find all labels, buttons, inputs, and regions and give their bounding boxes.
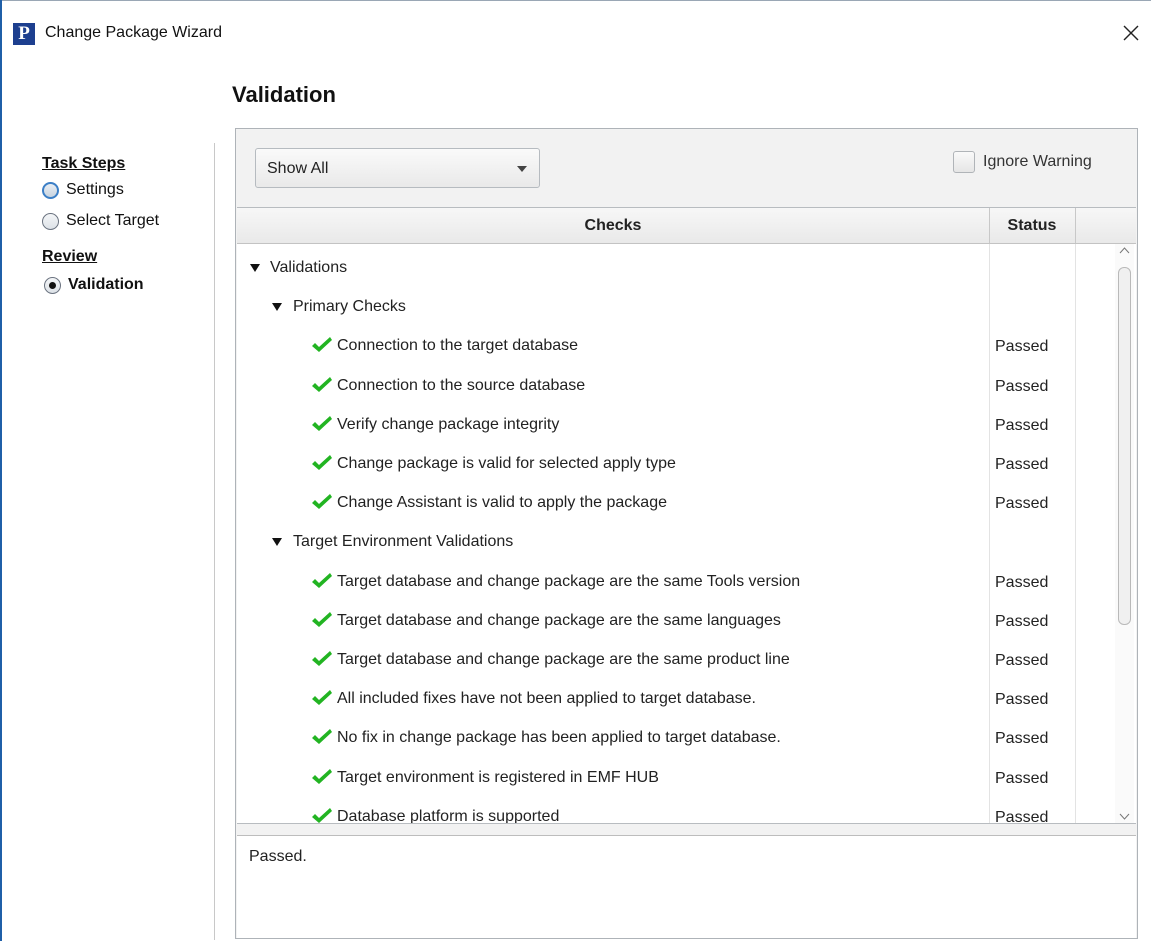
task-steps-sidebar: Task Steps Settings Select Target Review… bbox=[0, 140, 214, 940]
settings-radio-icon bbox=[42, 181, 59, 199]
table-row[interactable]: No fix in change package has been applie… bbox=[237, 719, 1075, 758]
ignore-warning-checkbox[interactable]: Ignore Warning bbox=[953, 151, 1092, 173]
table-row[interactable]: Verify change package integrity Passed bbox=[237, 406, 1075, 445]
task-steps-heading: Task Steps bbox=[42, 155, 126, 172]
table-row[interactable]: Target environment is registered in EMF … bbox=[237, 759, 1075, 798]
app-logo-icon: P bbox=[13, 23, 35, 45]
status-text: Passed bbox=[995, 808, 1049, 824]
step-select-target[interactable]: Select Target bbox=[42, 210, 159, 232]
check-name: Connection to the target database bbox=[337, 337, 579, 355]
validation-panel: Show All Ignore Warning Checks Status Va… bbox=[235, 128, 1138, 939]
table-header: Checks Status bbox=[237, 208, 1136, 244]
checkmark-icon bbox=[312, 455, 332, 470]
status-text: Passed bbox=[995, 495, 1049, 513]
sidebar-divider bbox=[214, 143, 215, 940]
checkmark-icon bbox=[312, 337, 332, 353]
check-name: Connection to the source database bbox=[337, 376, 586, 394]
status-text: Passed bbox=[995, 652, 1049, 669]
table-row[interactable]: Connection to the source database Passed bbox=[237, 367, 1075, 406]
tree-group-row[interactable]: Primary Checks bbox=[237, 288, 1075, 327]
table-row[interactable]: Target database and change package are t… bbox=[237, 563, 1075, 602]
select-target-radio-icon bbox=[42, 212, 59, 230]
tree-group-row[interactable]: Validations bbox=[237, 249, 1075, 288]
close-icon bbox=[1123, 25, 1139, 41]
chevron-down-icon bbox=[517, 166, 527, 172]
step-label: Settings bbox=[66, 181, 124, 198]
status-text: Passed bbox=[995, 456, 1049, 473]
checkmark-icon bbox=[312, 376, 332, 392]
table-row[interactable]: Target database and change package are t… bbox=[237, 602, 1075, 641]
change-package-wizard-window: P Change Package Wizard Validation Task … bbox=[0, 0, 1151, 941]
check-name: Target database and change package are t… bbox=[337, 651, 790, 668]
tree-group-row[interactable]: Target Environment Validations bbox=[237, 523, 1075, 562]
step-label: Validation bbox=[68, 276, 144, 293]
checkmark-icon bbox=[312, 807, 332, 823]
vertical-scrollbar[interactable] bbox=[1115, 244, 1134, 823]
check-name: Target database and change package are t… bbox=[337, 611, 781, 629]
status-text: Passed bbox=[995, 730, 1049, 748]
check-name: Change package is valid for selected app… bbox=[337, 455, 676, 472]
step-settings[interactable]: Settings bbox=[42, 179, 124, 201]
close-button[interactable] bbox=[1116, 16, 1146, 48]
expand-triangle-icon[interactable] bbox=[272, 538, 282, 547]
checks-table: Checks Status Validations Primary Checks C… bbox=[237, 207, 1136, 824]
checkmark-icon bbox=[312, 611, 332, 627]
table-row[interactable]: Connection to the target database Passed bbox=[237, 327, 1075, 366]
check-name: Primary Checks bbox=[293, 298, 406, 316]
message-text: Passed. bbox=[249, 848, 307, 865]
page-title: Validation bbox=[232, 82, 336, 107]
column-divider bbox=[1075, 244, 1076, 823]
ignore-warning-label: Ignore Warning bbox=[983, 153, 1092, 170]
check-name: All included fixes have not been applied… bbox=[337, 690, 756, 708]
table-row[interactable]: Target database and change package are t… bbox=[237, 641, 1075, 680]
checkmark-icon bbox=[312, 572, 332, 588]
check-name: Database platform is supported bbox=[337, 807, 560, 824]
status-text: Passed bbox=[995, 769, 1049, 787]
status-text: Passed bbox=[995, 338, 1049, 356]
title-bar: P Change Package Wizard bbox=[0, 0, 1151, 66]
status-text: Passed bbox=[995, 573, 1049, 591]
review-heading: Review bbox=[42, 248, 98, 265]
checkmark-icon bbox=[312, 768, 332, 784]
status-text: Passed bbox=[995, 612, 1049, 630]
step-validation[interactable]: Validation bbox=[44, 274, 144, 296]
expand-triangle-icon[interactable] bbox=[250, 264, 260, 272]
check-name: Validations bbox=[270, 259, 348, 276]
message-area: Passed. bbox=[237, 835, 1136, 938]
checkmark-icon bbox=[312, 415, 332, 431]
scroll-up-icon[interactable] bbox=[1119, 247, 1130, 254]
scrollbar-thumb[interactable] bbox=[1118, 267, 1131, 625]
checkmark-icon bbox=[312, 729, 332, 745]
table-row[interactable]: Change Assistant is valid to apply the p… bbox=[237, 484, 1075, 523]
expand-triangle-icon[interactable] bbox=[272, 303, 282, 312]
checkbox-icon bbox=[953, 151, 975, 173]
status-text: Passed bbox=[995, 377, 1049, 395]
check-name: Target database and change package are t… bbox=[337, 572, 801, 590]
filter-value: Show All bbox=[267, 160, 329, 177]
table-row[interactable]: Change package is valid for selected app… bbox=[237, 445, 1075, 484]
validation-radio-icon bbox=[44, 276, 61, 294]
table-row[interactable]: All included fixes have not been applied… bbox=[237, 680, 1075, 719]
window-title: Change Package Wizard bbox=[45, 24, 222, 41]
checkmark-icon bbox=[312, 690, 332, 706]
check-name: Target Environment Validations bbox=[293, 533, 514, 551]
status-text: Passed bbox=[995, 416, 1049, 434]
filter-dropdown[interactable]: Show All bbox=[255, 148, 540, 188]
status-text: Passed bbox=[995, 691, 1049, 709]
checkmark-icon bbox=[312, 494, 332, 510]
checkmark-icon bbox=[312, 651, 332, 666]
check-name: Target environment is registered in EMF … bbox=[337, 768, 659, 786]
step-label: Select Target bbox=[66, 212, 160, 229]
scroll-down-icon[interactable] bbox=[1119, 813, 1130, 820]
check-name: No fix in change package has been applie… bbox=[337, 729, 781, 747]
table-row[interactable]: Database platform is supported Passed bbox=[237, 798, 1075, 824]
check-name: Verify change package integrity bbox=[337, 415, 560, 433]
check-name: Change Assistant is valid to apply the p… bbox=[337, 494, 667, 512]
column-header-checks[interactable]: Checks bbox=[237, 208, 990, 243]
column-header-status[interactable]: Status bbox=[989, 208, 1076, 243]
